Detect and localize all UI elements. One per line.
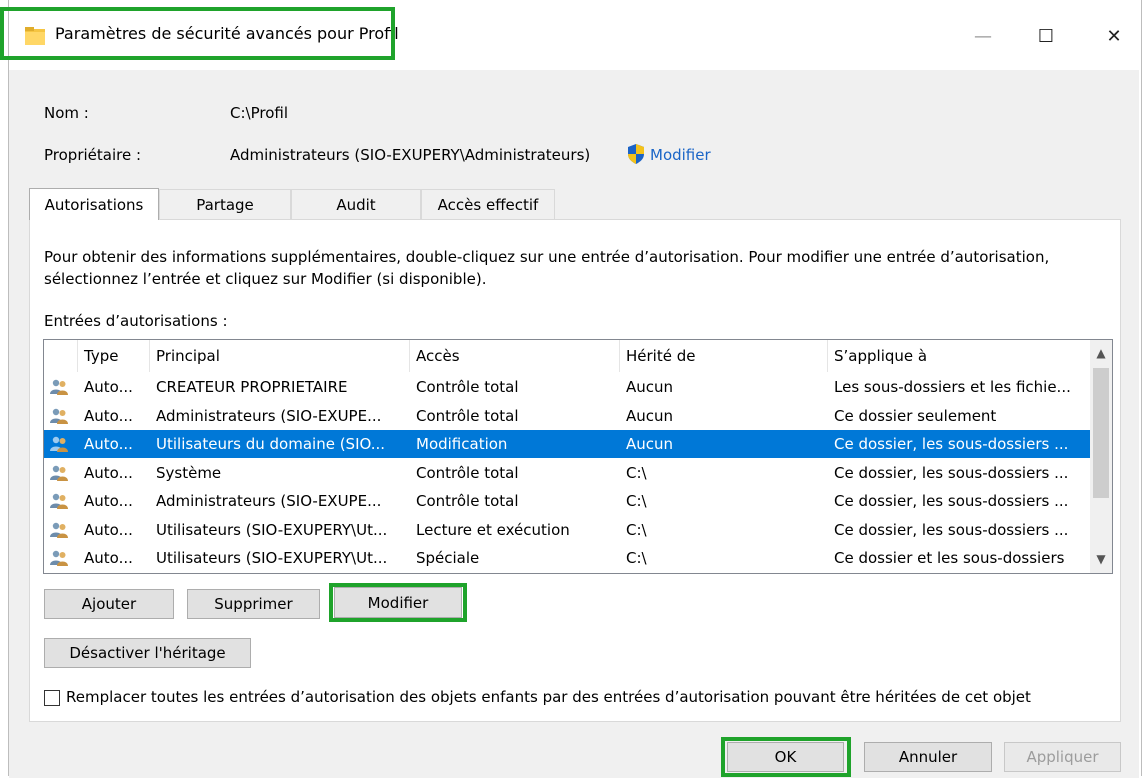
cell-applies: Ce dossier, les sous-dossiers ... — [834, 520, 1069, 539]
cell-type: Auto... — [84, 520, 133, 539]
tab-acces-effectif[interactable]: Accès effectif — [421, 189, 555, 219]
cell-access: Lecture et exécution — [416, 520, 570, 539]
header-sapplique-a[interactable]: S’applique à — [828, 340, 1090, 372]
table-row[interactable]: Auto... Administrateurs (SIO-EXUPE... Cont… — [44, 402, 1090, 430]
minimize-button[interactable]: — — [963, 22, 1003, 50]
cell-type: Auto... — [84, 378, 133, 396]
cell-applies: Ce dossier et les sous-dossiers — [834, 549, 1065, 567]
users-group-icon — [50, 408, 68, 424]
cell-access: Contrôle total — [416, 406, 519, 425]
cell-applies: Ce dossier, les sous-dossiers ... — [834, 463, 1069, 482]
cancel-button[interactable]: Annuler — [864, 742, 992, 772]
table-row[interactable]: Auto... CREATEUR PROPRIETAIRE Contrôle tot… — [44, 373, 1090, 401]
cell-inherited: C:\ — [626, 520, 647, 539]
owner-change-link[interactable]: Modifier — [650, 146, 711, 164]
cell-applies: Ce dossier, les sous-dossiers ... — [834, 435, 1069, 453]
users-group-icon — [50, 550, 68, 566]
replace-permissions-label[interactable]: Remplacer toutes les entrées d’autorisat… — [66, 688, 1031, 706]
cell-inherited: Aucun — [626, 435, 674, 453]
cell-inherited: C:\ — [626, 492, 647, 510]
table-row[interactable]: Auto... Système Contrôle total C:\ Ce dossie… — [44, 459, 1090, 487]
tab-partage[interactable]: Partage — [159, 189, 291, 219]
cell-access: Spéciale — [416, 549, 480, 567]
cell-principal: Administrateurs (SIO-EXUPE... — [156, 406, 382, 425]
header-type[interactable]: Type — [78, 340, 150, 372]
uac-shield-icon — [628, 144, 644, 164]
cell-principal: Système — [156, 463, 222, 482]
cell-principal: Utilisateurs du domaine (SIO... — [156, 435, 386, 453]
disable-inheritance-button[interactable]: Désactiver l'héritage — [44, 638, 251, 668]
table-row[interactable]: Auto... Utilisateurs (SIO-EXUPERY\Ut... Sp… — [44, 544, 1090, 572]
cell-principal: Utilisateurs (SIO-EXUPERY\Ut... — [156, 549, 388, 567]
description-line-2: sélectionnez l’entrée et cliquez sur Mod… — [44, 270, 487, 288]
name-value: C:\Profil — [230, 104, 288, 122]
cell-inherited: Aucun — [626, 378, 674, 396]
cell-principal: Utilisateurs (SIO-EXUPERY\Ut... — [156, 520, 388, 539]
cell-access: Contrôle total — [416, 463, 519, 482]
header-herite-de[interactable]: Hérité de — [620, 340, 828, 372]
cell-applies: Ce dossier seulement — [834, 406, 997, 425]
cell-applies: Ce dossier, les sous-dossiers ... — [834, 492, 1069, 510]
header-icon-column — [44, 340, 78, 372]
cell-inherited: C:\ — [626, 549, 647, 567]
scroll-up-icon[interactable]: ▲ — [1090, 342, 1112, 364]
users-group-icon — [50, 465, 68, 481]
cell-type: Auto... — [84, 435, 133, 453]
close-icon: ✕ — [1106, 25, 1122, 47]
minimize-icon: — — [974, 25, 992, 47]
cell-type: Auto... — [84, 406, 133, 425]
add-button[interactable]: Ajouter — [44, 589, 174, 619]
cell-principal: Administrateurs (SIO-EXUPE... — [156, 492, 382, 510]
table-row[interactable]: Auto... Administrateurs (SIO-EXUPE... Cont… — [44, 487, 1090, 515]
entries-label: Entrées d’autorisations : — [44, 312, 228, 330]
edit-highlight-box — [329, 583, 467, 622]
cell-type: Auto... — [84, 463, 133, 482]
tab-autorisations[interactable]: Autorisations — [29, 188, 159, 220]
table-row[interactable]: Auto... Utilisateurs du domaine (SIO... Mo… — [44, 430, 1090, 458]
cell-access: Contrôle total — [416, 492, 519, 510]
permission-entries-list[interactable]: Type Principal Accès Hérité de S’appliqu… — [43, 339, 1113, 574]
cell-type: Auto... — [84, 549, 133, 567]
tab-audit[interactable]: Audit — [291, 189, 421, 219]
apply-button[interactable]: Appliquer — [1004, 742, 1121, 772]
name-label: Nom : — [44, 104, 89, 122]
cell-access: Modification — [416, 435, 508, 453]
title-highlight-box — [0, 7, 395, 60]
remove-button[interactable]: Supprimer — [187, 589, 320, 619]
cell-applies: Les sous-dossiers et les fichie... — [834, 378, 1071, 396]
header-principal[interactable]: Principal — [150, 340, 410, 372]
cell-access: Contrôle total — [416, 378, 519, 396]
owner-label: Propriétaire : — [44, 146, 142, 164]
vertical-scrollbar[interactable]: ▲ ▼ — [1090, 340, 1112, 573]
scroll-down-icon[interactable]: ▼ — [1090, 548, 1112, 570]
users-group-icon — [50, 379, 68, 395]
scroll-thumb[interactable] — [1093, 368, 1109, 498]
description-line-1: Pour obtenir des informations supplément… — [44, 248, 1050, 266]
close-button[interactable]: ✕ — [1094, 22, 1134, 50]
header-acces[interactable]: Accès — [410, 340, 620, 372]
cell-type: Auto... — [84, 492, 133, 510]
owner-value: Administrateurs (SIO-EXUPERY\Administrat… — [230, 146, 591, 164]
replace-permissions-checkbox[interactable] — [44, 690, 60, 706]
cell-inherited: Aucun — [626, 406, 674, 425]
users-group-icon — [50, 522, 68, 538]
users-group-icon — [50, 493, 68, 509]
maximize-button[interactable]: ☐ — [1026, 22, 1066, 50]
table-row[interactable]: Auto... Utilisateurs (SIO-EXUPERY\Ut... Le… — [44, 516, 1090, 544]
cell-inherited: C:\ — [626, 463, 647, 482]
ok-highlight-box — [721, 737, 851, 777]
maximize-icon: ☐ — [1037, 25, 1055, 47]
cell-principal: CREATEUR PROPRIETAIRE — [156, 378, 348, 396]
users-group-icon — [50, 436, 68, 452]
